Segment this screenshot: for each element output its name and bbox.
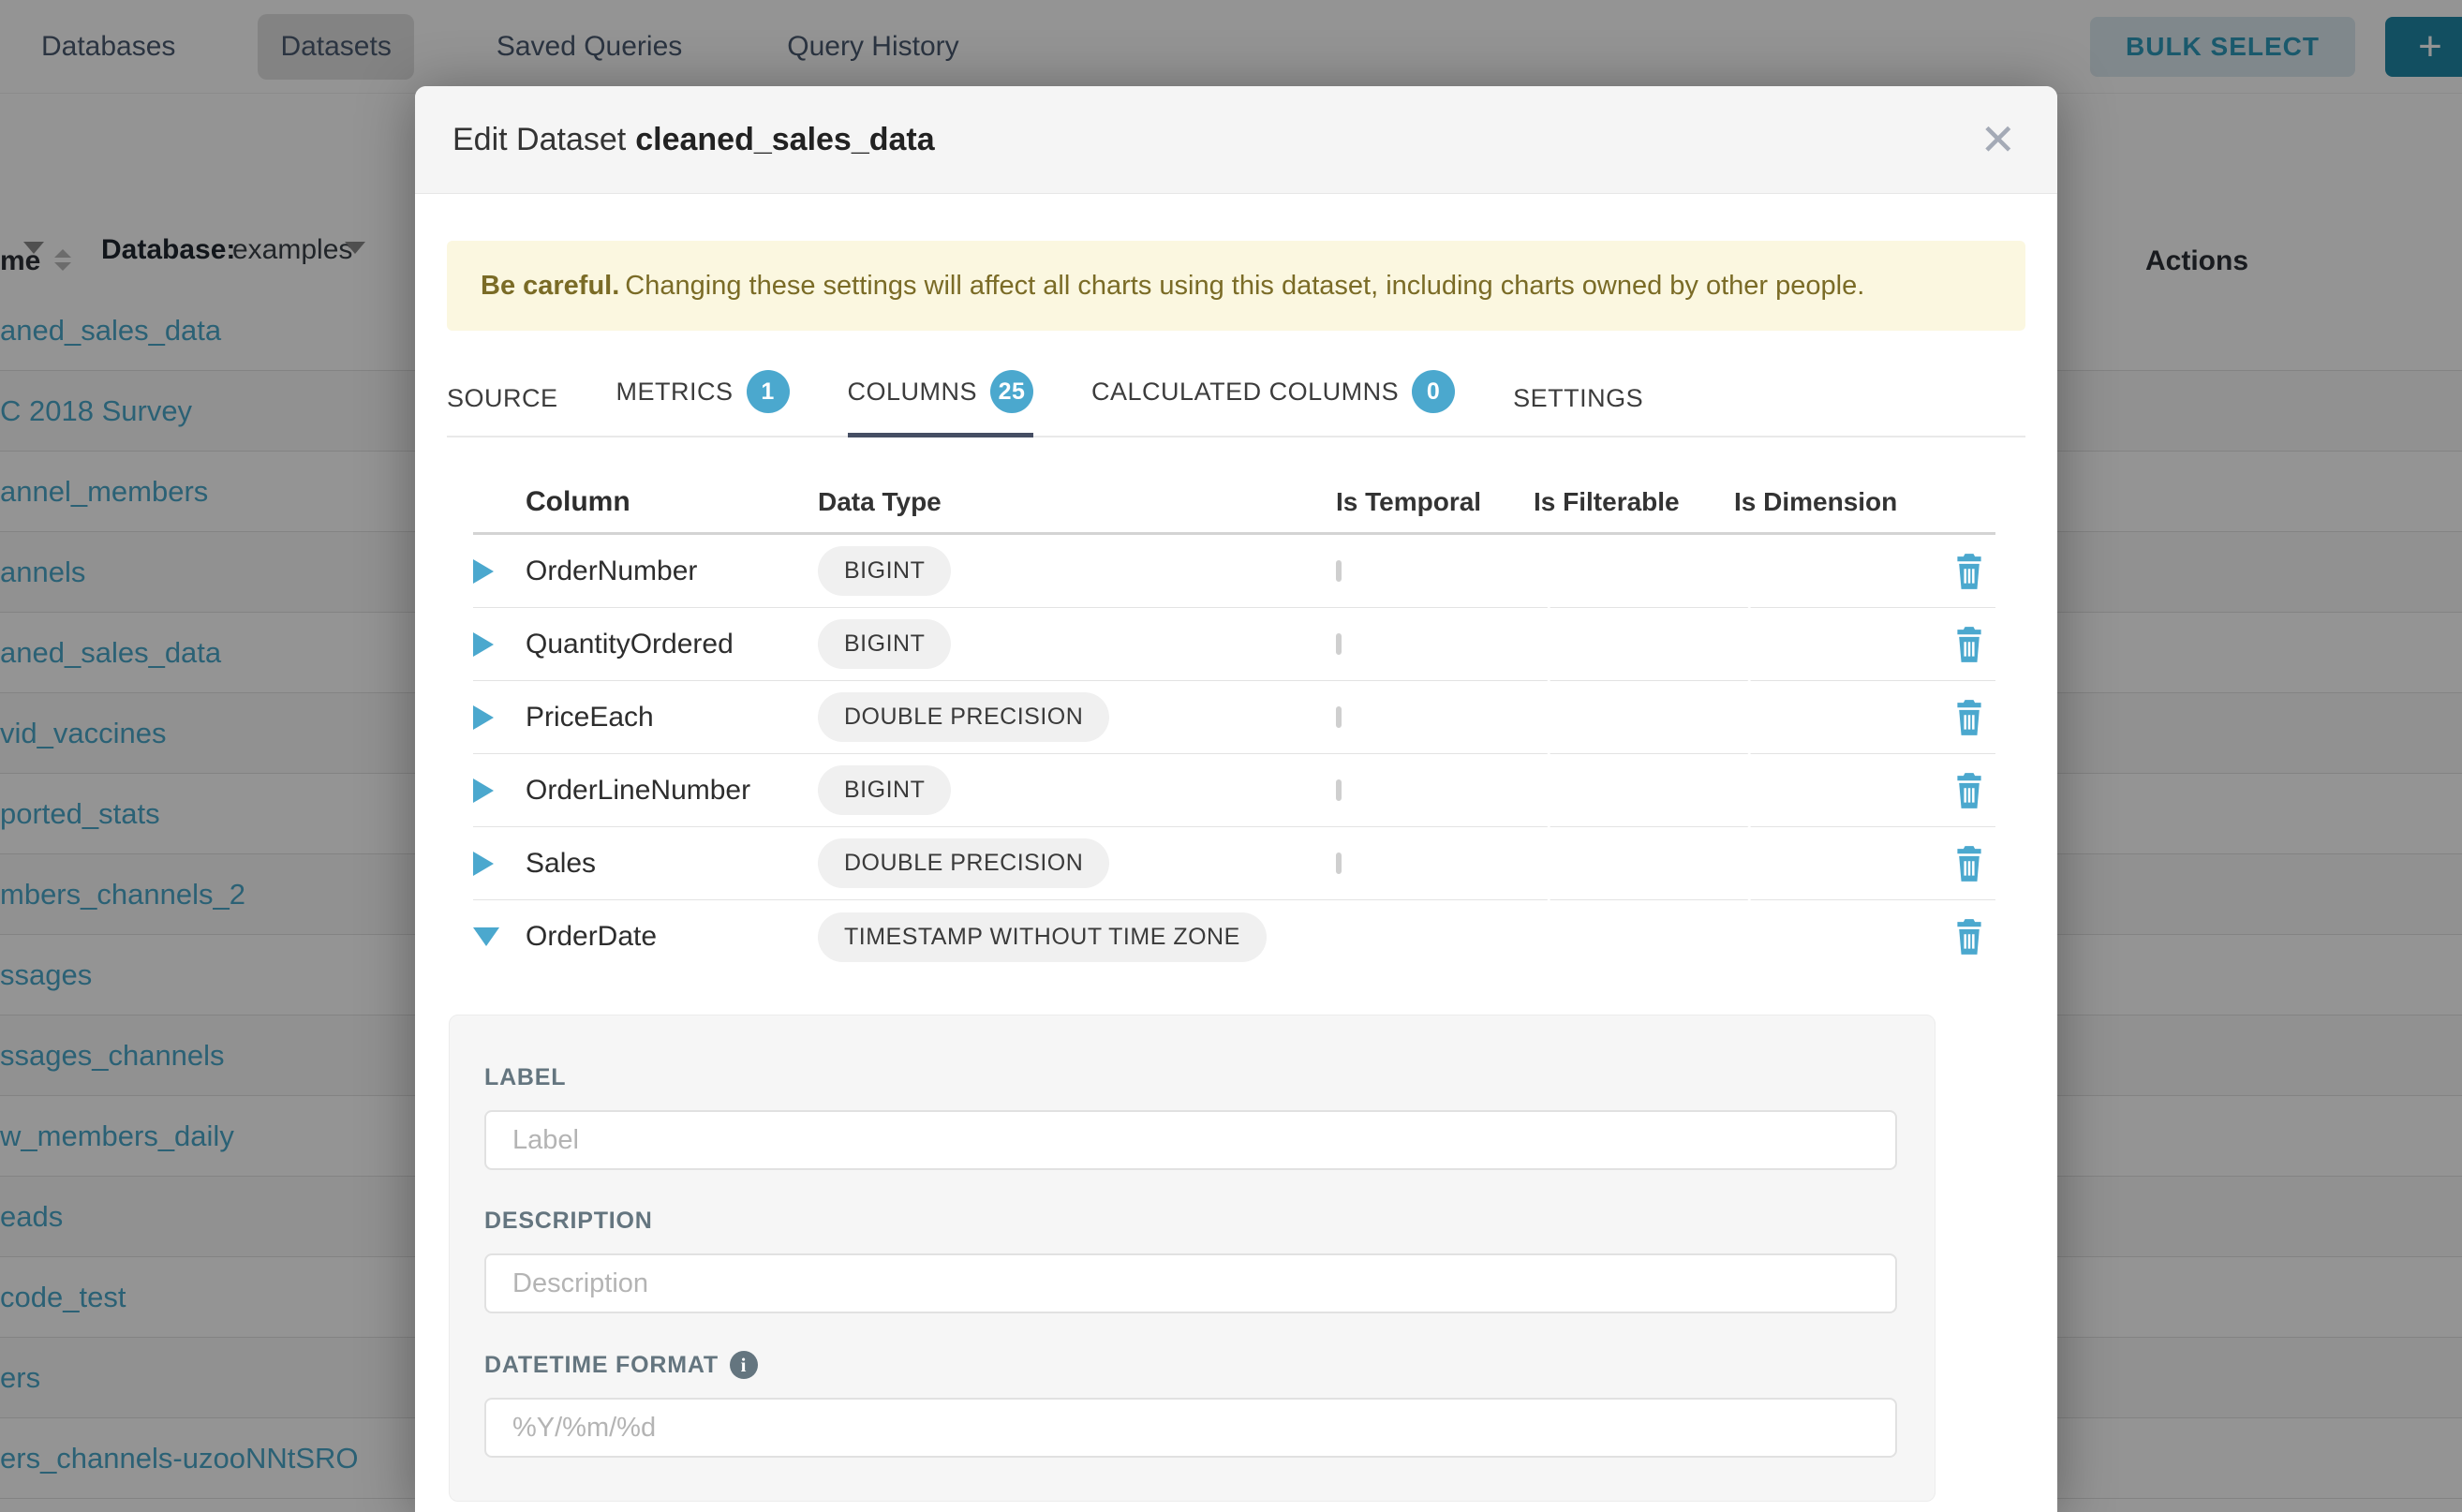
label-field-label: LABEL (484, 1064, 1895, 1091)
datetime-format-field-label: DATETIME FORMAT i (484, 1351, 1895, 1379)
expand-caret-icon[interactable] (473, 559, 494, 584)
metrics-count-badge: 1 (747, 370, 790, 413)
modal-title: Edit Datasetcleaned_sales_data (452, 122, 935, 158)
column-name: PriceEach (526, 702, 818, 734)
table-row: OrderLineNumber BIGINT (473, 754, 1995, 827)
column-name: Sales (526, 848, 818, 880)
data-type-badge: DOUBLE PRECISION (818, 838, 1109, 888)
is-temporal-checkbox[interactable] (1336, 633, 1342, 655)
modal-tabs: SOURCE METRICS1 COLUMNS25 CALCULATED COL… (447, 370, 2025, 437)
tab-metrics[interactable]: METRICS1 (616, 370, 790, 436)
label-field-group: LABEL (484, 1064, 1895, 1170)
table-row: QuantityOrdered BIGINT (473, 608, 1995, 681)
column-name: OrderLineNumber (526, 775, 818, 807)
columns-table: Column Data Type Is Temporal Is Filterab… (473, 471, 1995, 973)
edit-dataset-modal: Edit Datasetcleaned_sales_data ✕ Be care… (415, 86, 2057, 1512)
data-type-badge: DOUBLE PRECISION (818, 692, 1109, 742)
table-row: OrderNumber BIGINT (473, 535, 1995, 608)
modal-header: Edit Datasetcleaned_sales_data ✕ (415, 86, 2057, 194)
tab-columns[interactable]: COLUMNS25 (848, 370, 1034, 436)
delete-icon[interactable] (1952, 843, 1986, 884)
calculated-columns-count-badge: 0 (1412, 370, 1455, 413)
column-name: OrderDate (526, 921, 818, 953)
header-is-dimension: Is Dimension (1727, 487, 1942, 517)
columns-table-header: Column Data Type Is Temporal Is Filterab… (473, 471, 1995, 535)
description-field-label: DESCRIPTION (484, 1208, 1895, 1235)
column-detail-panel: LABEL DESCRIPTION DATETIME FORMAT i (449, 1015, 1935, 1502)
data-type-badge: BIGINT (818, 546, 951, 596)
dataset-name: cleaned_sales_data (635, 122, 934, 157)
table-row: PriceEach DOUBLE PRECISION (473, 681, 1995, 754)
column-name: OrderNumber (526, 556, 818, 587)
close-icon[interactable]: ✕ (1980, 118, 2016, 161)
tab-calculated-columns[interactable]: CALCULATED COLUMNS0 (1091, 370, 1455, 436)
label-input[interactable] (484, 1110, 1897, 1170)
is-temporal-checkbox[interactable] (1336, 852, 1342, 874)
column-name: QuantityOrdered (526, 629, 818, 660)
expand-caret-icon[interactable] (473, 632, 494, 657)
header-is-temporal: Is Temporal (1328, 487, 1526, 517)
expand-caret-icon[interactable] (473, 852, 494, 876)
is-temporal-checkbox[interactable] (1336, 560, 1342, 582)
expand-caret-icon[interactable] (473, 705, 494, 730)
columns-count-badge: 25 (990, 370, 1033, 413)
description-input[interactable] (484, 1253, 1897, 1313)
warning-banner: Be careful.Changing these settings will … (447, 241, 2025, 331)
table-row: Sales DOUBLE PRECISION (473, 827, 1995, 900)
data-type-badge: TIMESTAMP WITHOUT TIME ZONE (818, 912, 1267, 962)
tab-source[interactable]: SOURCE (447, 384, 558, 436)
data-type-badge: BIGINT (818, 765, 951, 815)
datetime-format-input[interactable] (484, 1398, 1897, 1458)
delete-icon[interactable] (1952, 916, 1986, 957)
is-temporal-checkbox[interactable] (1336, 706, 1342, 728)
delete-icon[interactable] (1952, 770, 1986, 811)
info-icon[interactable]: i (730, 1351, 758, 1379)
delete-icon[interactable] (1952, 697, 1986, 738)
header-column: Column (526, 486, 818, 518)
header-is-filterable: Is Filterable (1526, 487, 1727, 517)
table-row-expanded: OrderDate TIMESTAMP WITHOUT TIME ZONE (473, 900, 1995, 973)
tab-settings[interactable]: SETTINGS (1513, 384, 1643, 436)
delete-icon[interactable] (1952, 551, 1986, 592)
description-field-group: DESCRIPTION (484, 1208, 1895, 1313)
data-type-badge: BIGINT (818, 619, 951, 669)
header-data-type: Data Type (818, 487, 1328, 517)
datetime-format-field-group: DATETIME FORMAT i (484, 1351, 1895, 1458)
expand-caret-icon[interactable] (473, 778, 494, 803)
collapse-caret-icon[interactable] (473, 927, 499, 946)
delete-icon[interactable] (1952, 624, 1986, 665)
is-temporal-checkbox[interactable] (1336, 779, 1342, 801)
